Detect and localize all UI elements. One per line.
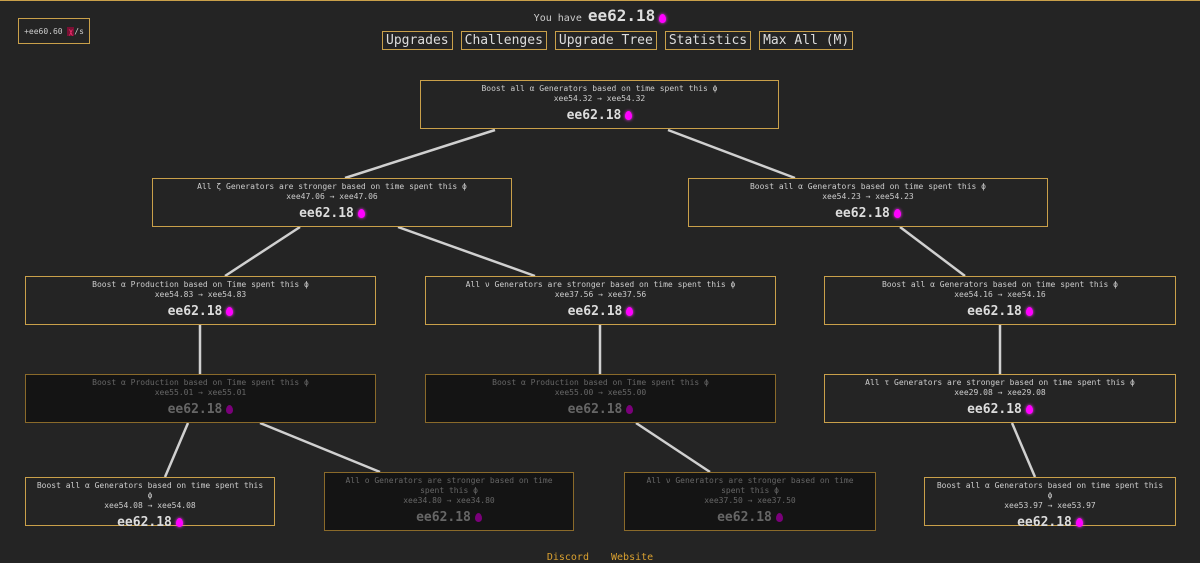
gem-icon	[626, 405, 634, 414]
gem-icon	[775, 513, 783, 522]
upgrade-node[interactable]: Boost α Production based on Time spent t…	[425, 374, 776, 423]
tree-link	[344, 128, 496, 180]
cost-value: ee62.18	[167, 304, 223, 319]
upgrade-cost: ee62.18	[426, 402, 775, 417]
upgrade-cost: ee62.18	[825, 304, 1175, 319]
cost-value: ee62.18	[967, 304, 1022, 319]
tree-link	[259, 421, 381, 474]
upgrade-cost: ee62.18	[26, 515, 274, 530]
tree-link	[667, 128, 796, 180]
tree-link	[224, 225, 301, 278]
upgrade-node[interactable]: Boost α Production based on Time spent t…	[25, 374, 376, 423]
cost-value: ee62.18	[416, 510, 471, 525]
upgrade-title: Boost α Production based on Time spent t…	[492, 378, 709, 387]
gem-icon	[625, 111, 633, 120]
website-link[interactable]: Website	[611, 552, 653, 563]
upgrade-effect: xee54.32 → xee54.32	[553, 94, 646, 103]
upgrade-effect: xee37.50 → xee37.50	[704, 496, 796, 505]
upgrade-cost: ee62.18	[26, 402, 375, 417]
upgrade-effect: xee47.06 → xee47.06	[286, 192, 378, 201]
upgrade-cost: ee62.18	[26, 304, 375, 319]
upgrade-effect: xee29.08 → xee29.08	[954, 388, 1046, 397]
upgrade-title: All ζ Generators are stronger based on t…	[197, 182, 467, 191]
discord-link[interactable]: Discord	[547, 552, 589, 563]
cost-value: ee62.18	[167, 402, 223, 417]
gem-icon	[626, 307, 634, 316]
gem-icon	[226, 307, 234, 316]
upgrade-node[interactable]: Boost all α Generators based on time spe…	[924, 477, 1176, 530]
gem-icon	[893, 209, 901, 218]
upgrade-node[interactable]: Boost all α Generators based on time spe…	[824, 276, 1176, 325]
cost-value: ee62.18	[567, 304, 623, 319]
tree-link	[899, 226, 966, 277]
upgrade-node[interactable]: Boost α Production based on Time spent t…	[25, 276, 376, 325]
upgrade-effect: xee54.16 → xee54.16	[954, 290, 1046, 299]
tree-link	[1010, 422, 1037, 478]
gem-icon	[474, 513, 482, 522]
cost-value: ee62.18	[835, 206, 890, 221]
upgrade-cost: ee62.18	[925, 515, 1175, 530]
upgrade-node[interactable]: All ο Generators are stronger based on t…	[324, 472, 574, 531]
upgrade-title: Boost all α Generators based on time spe…	[481, 84, 718, 93]
upgrade-title: Boost all α Generators based on time spe…	[881, 280, 1118, 289]
upgrade-node[interactable]: Boost all α Generators based on time spe…	[688, 178, 1048, 227]
upgrade-cost: ee62.18	[153, 206, 511, 221]
upgrade-effect: xee54.23 → xee54.23	[822, 192, 914, 201]
upgrade-title: Boost all α Generators based on time spe…	[936, 481, 1164, 500]
upgrade-effect: xee54.08 → xee54.08	[104, 501, 196, 510]
upgrade-cost: ee62.18	[426, 304, 775, 319]
upgrade-node[interactable]: Boost all α Generators based on time spe…	[25, 477, 275, 530]
gem-icon	[175, 518, 183, 527]
upgrade-title: All ν Generators are stronger based on t…	[465, 280, 736, 289]
upgrade-node[interactable]: All τ Generators are stronger based on t…	[824, 374, 1176, 423]
upgrade-node[interactable]: All ν Generators are stronger based on t…	[624, 472, 876, 531]
upgrade-title: Boost all α Generators based on time spe…	[749, 182, 986, 191]
cost-value: ee62.18	[566, 108, 622, 123]
gem-icon	[1025, 405, 1033, 414]
gem-icon	[357, 209, 365, 218]
tree-link	[397, 225, 536, 278]
cost-value: ee62.18	[717, 510, 772, 525]
upgrade-effect: xee54.83 → xee54.83	[154, 290, 247, 299]
cost-value: ee62.18	[1017, 515, 1072, 530]
upgrade-cost: ee62.18	[625, 510, 875, 525]
upgrade-effect: xee55.01 → xee55.01	[154, 388, 247, 397]
upgrade-title: All ο Generators are stronger based on t…	[345, 476, 553, 495]
cost-value: ee62.18	[299, 206, 354, 221]
upgrade-title: Boost α Production based on Time spent t…	[92, 280, 309, 289]
upgrade-effect: xee55.00 → xee55.00	[554, 388, 647, 397]
upgrade-effect: xee34.80 → xee34.80	[403, 496, 495, 505]
cost-value: ee62.18	[117, 515, 172, 530]
upgrade-title: Boost all α Generators based on time spe…	[36, 481, 264, 500]
tree-link	[635, 421, 711, 474]
cost-value: ee62.18	[567, 402, 623, 417]
upgrade-title: All τ Generators are stronger based on t…	[865, 378, 1135, 387]
upgrade-cost: ee62.18	[421, 108, 778, 123]
upgrade-node[interactable]: All ν Generators are stronger based on t…	[425, 276, 776, 325]
upgrade-cost: ee62.18	[325, 510, 573, 525]
upgrade-title: All ν Generators are stronger based on t…	[646, 476, 854, 495]
gem-icon	[226, 405, 234, 414]
upgrade-effect: xee37.56 → xee37.56	[554, 290, 647, 299]
upgrade-effect: xee53.97 → xee53.97	[1004, 501, 1096, 510]
gem-icon	[1075, 518, 1083, 527]
footer: Discord Website	[0, 552, 1200, 563]
upgrade-node[interactable]: All ζ Generators are stronger based on t…	[152, 178, 512, 227]
cost-value: ee62.18	[967, 402, 1022, 417]
upgrade-node[interactable]: Boost all α Generators based on time spe…	[420, 80, 779, 129]
upgrade-cost: ee62.18	[689, 206, 1047, 221]
tree-link	[163, 422, 190, 478]
upgrade-title: Boost α Production based on Time spent t…	[92, 378, 309, 387]
upgrade-cost: ee62.18	[825, 402, 1175, 417]
gem-icon	[1025, 307, 1033, 316]
